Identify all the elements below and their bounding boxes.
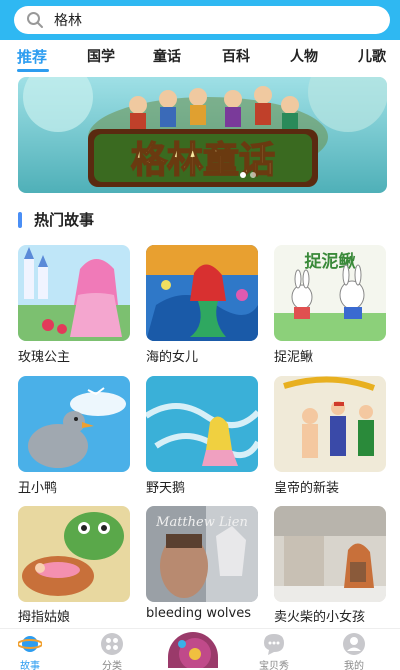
active-tab-indicator xyxy=(17,69,49,72)
story-title[interactable]: 玫瑰公主 xyxy=(18,346,70,365)
story-cover-image: 捉泥鳅 xyxy=(274,245,386,341)
story-card-little-match-girl[interactable] xyxy=(274,506,386,602)
grid-icon xyxy=(101,633,123,655)
section-marker xyxy=(18,212,22,228)
story-card-wild-swans[interactable] xyxy=(146,376,258,472)
nav-label: 我的 xyxy=(344,661,364,670)
search-input[interactable]: 格林 xyxy=(14,6,390,34)
story-cover-image xyxy=(18,376,130,472)
nav-categories[interactable]: 分类 xyxy=(82,629,142,670)
tab-fairy-tales[interactable]: 童话 xyxy=(153,46,181,66)
chat-bubble-icon xyxy=(264,634,284,655)
cover-title: Matthew Lien xyxy=(155,515,248,530)
story-title[interactable]: bleeding wolves xyxy=(146,606,251,621)
user-icon xyxy=(343,633,365,655)
section-title: 热门故事 xyxy=(34,211,95,229)
search-value: 格林 xyxy=(54,13,82,29)
story-cover-image xyxy=(18,506,130,602)
banner-illustration: 格林童话 xyxy=(18,77,387,193)
story-title[interactable]: 拇指姑娘 xyxy=(18,606,70,625)
story-card-catch-loach[interactable]: 捉泥鳅 xyxy=(274,245,386,341)
nav-label: 分类 xyxy=(102,661,122,670)
story-cover-image xyxy=(18,245,130,341)
top-bar: 格林 xyxy=(0,0,400,40)
story-title[interactable]: 捉泥鳅 xyxy=(274,346,313,365)
tab-encyclopedia[interactable]: 百科 xyxy=(222,46,250,66)
tab-guoxue[interactable]: 国学 xyxy=(87,46,115,66)
story-card-little-mermaid[interactable] xyxy=(146,245,258,341)
story-card-thumbelina[interactable] xyxy=(18,506,130,602)
nav-label: 故事 xyxy=(20,661,40,670)
story-title[interactable]: 海的女儿 xyxy=(146,346,198,365)
tab-people[interactable]: 人物 xyxy=(290,46,318,66)
now-playing-cover xyxy=(168,632,218,668)
tab-nursery-rhymes[interactable]: 儿歌 xyxy=(358,46,386,66)
nav-label: 宝贝秀 xyxy=(259,661,289,670)
story-card-ugly-duckling[interactable] xyxy=(18,376,130,472)
tab-recommend[interactable]: 推荐 xyxy=(17,46,47,67)
story-card-bleeding-wolves[interactable]: Matthew Lien xyxy=(146,506,258,602)
story-title[interactable]: 卖火柴的小女孩 xyxy=(274,606,365,625)
nav-baby-show[interactable]: 宝贝秀 xyxy=(244,629,304,670)
story-title[interactable]: 皇帝的新装 xyxy=(274,477,339,496)
category-tabs: 推荐 国学 童话 百科 人物 儿歌 xyxy=(0,40,400,72)
story-card-rose-princess[interactable] xyxy=(18,245,130,341)
story-cover-image xyxy=(146,376,258,472)
story-card-emperors-new-clothes[interactable] xyxy=(274,376,386,472)
story-title[interactable]: 丑小鸭 xyxy=(18,477,57,496)
banner[interactable]: 格林童话 xyxy=(18,77,387,193)
planet-icon xyxy=(18,636,42,652)
story-cover-image xyxy=(146,245,258,341)
search-icon xyxy=(27,12,43,28)
story-title[interactable]: 野天鹅 xyxy=(146,477,185,496)
nav-stories[interactable]: 故事 xyxy=(0,629,60,670)
nav-profile[interactable]: 我的 xyxy=(324,629,384,670)
story-cover-image xyxy=(274,376,386,472)
story-cover-image xyxy=(274,506,386,602)
story-cover-image: Matthew Lien xyxy=(146,506,258,602)
